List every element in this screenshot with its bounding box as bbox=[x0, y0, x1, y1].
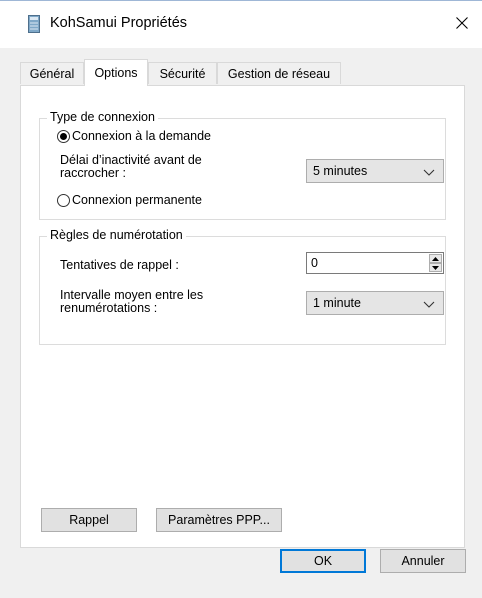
redial-attempts-value: 0 bbox=[311, 256, 318, 270]
close-icon bbox=[456, 16, 468, 32]
connection-type-group: Type de connexion Connexion à la demande… bbox=[39, 110, 446, 220]
idle-timeout-select[interactable]: 5 minutes bbox=[306, 159, 444, 183]
tab-networking[interactable]: Gestion de réseau bbox=[217, 62, 341, 84]
connection-type-legend: Type de connexion bbox=[47, 110, 158, 124]
ppp-settings-button[interactable]: Paramètres PPP... bbox=[156, 508, 282, 532]
idle-timeout-label: Délai d’inactivité avant de raccrocher : bbox=[60, 153, 202, 180]
spin-down-button[interactable] bbox=[429, 263, 442, 272]
caret-up-icon bbox=[432, 256, 439, 261]
redial-rules-legend: Règles de numérotation bbox=[47, 228, 186, 242]
chevron-down-icon bbox=[423, 298, 435, 308]
tab-options[interactable]: Options bbox=[84, 59, 148, 86]
permanent-label: Connexion permanente bbox=[72, 193, 202, 207]
redial-interval-select[interactable]: 1 minute bbox=[306, 291, 444, 315]
radio-selected-icon bbox=[57, 129, 70, 143]
ok-button[interactable]: OK bbox=[280, 549, 366, 573]
dialog-client-area: Général Options Sécurité Gestion de rése… bbox=[0, 48, 482, 598]
tab-general[interactable]: Général bbox=[20, 62, 84, 84]
window-title: KohSamui Propriétés bbox=[50, 15, 188, 31]
redial-attempts-spinner[interactable]: 0 bbox=[306, 252, 444, 274]
spin-up-button[interactable] bbox=[429, 254, 442, 263]
caret-down-icon bbox=[432, 265, 439, 270]
on-demand-radio[interactable]: Connexion à la demande bbox=[57, 129, 211, 143]
phonebook-icon bbox=[28, 15, 40, 33]
title-bar: KohSamui Propriétés bbox=[0, 0, 482, 48]
redial-interval-value: 1 minute bbox=[313, 296, 361, 310]
options-panel: Type de connexion Connexion à la demande… bbox=[20, 85, 465, 548]
callback-button[interactable]: Rappel bbox=[41, 508, 137, 532]
tab-security[interactable]: Sécurité bbox=[148, 62, 217, 84]
cancel-button[interactable]: Annuler bbox=[380, 549, 466, 573]
close-button[interactable] bbox=[448, 11, 476, 37]
redial-attempts-label: Tentatives de rappel : bbox=[60, 258, 179, 272]
idle-timeout-value: 5 minutes bbox=[313, 164, 368, 178]
redial-interval-label: Intervalle moyen entre les renumérotatio… bbox=[60, 288, 204, 315]
chevron-down-icon bbox=[423, 166, 435, 176]
permanent-radio[interactable]: Connexion permanente bbox=[57, 193, 202, 207]
radio-unselected-icon bbox=[57, 193, 70, 207]
on-demand-label: Connexion à la demande bbox=[72, 129, 211, 143]
redial-rules-group: Règles de numérotation Tentatives de rap… bbox=[39, 228, 446, 345]
